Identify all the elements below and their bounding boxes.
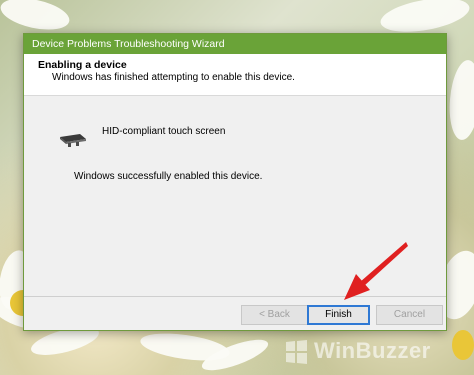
watermark-text: WinBuzzer xyxy=(314,338,431,363)
finish-button[interactable]: Finish xyxy=(307,305,370,325)
troubleshooting-wizard-dialog: Device Problems Troubleshooting Wizard E… xyxy=(23,33,447,331)
hid-device-icon xyxy=(60,134,86,147)
wizard-header: Enabling a device Windows has finished a… xyxy=(24,54,446,96)
back-button[interactable]: < Back xyxy=(241,305,308,325)
window-title[interactable]: Device Problems Troubleshooting Wizard xyxy=(24,34,446,54)
device-row: HID-compliant touch screen xyxy=(58,123,225,147)
header-title: Enabling a device xyxy=(38,59,127,71)
header-subtitle: Windows has finished attempting to enabl… xyxy=(52,72,295,83)
cancel-button[interactable]: Cancel xyxy=(376,305,443,325)
device-name: HID-compliant touch screen xyxy=(102,125,226,137)
button-divider xyxy=(24,296,446,297)
watermark: WinBuzzer xyxy=(282,338,431,366)
status-message: Windows successfully enabled this device… xyxy=(74,171,263,182)
winbuzzer-logo-icon xyxy=(286,340,307,365)
